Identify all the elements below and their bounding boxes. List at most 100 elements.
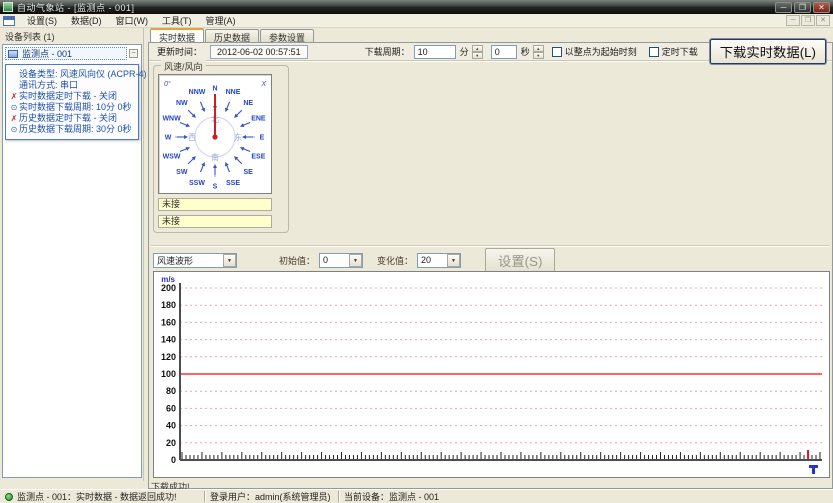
close-button[interactable]: ✕ bbox=[813, 2, 830, 13]
status-result-text: 监测点 - 001：实时数据 - 数据返回成功! bbox=[17, 490, 177, 503]
timed-download-checkbox[interactable]: 定时下载 bbox=[649, 45, 698, 58]
menu-tools[interactable]: 工具(T) bbox=[155, 13, 199, 28]
checkbox-icon[interactable] bbox=[649, 47, 659, 57]
waveform-controls: 风速波形 ▼ 初始值： 0 ▼ 变化值： 20 ▼ 设置(S) bbox=[153, 251, 555, 269]
section-divider bbox=[151, 245, 830, 246]
minutes-input[interactable]: 10 bbox=[414, 45, 456, 59]
minutes-unit-label: 分 bbox=[460, 45, 469, 58]
menu-settings[interactable]: 设置(S) bbox=[20, 13, 64, 28]
chart-scroll-thumb[interactable] bbox=[809, 465, 818, 474]
align-hour-checkbox[interactable]: 以整点为起始时刻 bbox=[552, 45, 637, 58]
change-value-select[interactable]: 20 ▼ bbox=[417, 253, 461, 268]
spin-down-icon[interactable]: ▼ bbox=[533, 52, 544, 59]
svg-text:NW: NW bbox=[176, 100, 188, 107]
mdi-restore-button[interactable]: ❐ bbox=[801, 15, 815, 26]
device-tree: 监测点 - 001 − 设备类型: 风速风向仪 (ACPR-4) 通讯方式: 串… bbox=[2, 44, 142, 478]
svg-text:N: N bbox=[212, 86, 217, 93]
title-bar: 自动气象站 - [监测点 - 001] ─ ❐ ✕ bbox=[0, 0, 833, 14]
spin-up-icon[interactable]: ▲ bbox=[533, 45, 544, 52]
info-device-type: 设备类型: 风速风向仪 (ACPR-4) bbox=[19, 69, 147, 80]
wind-compass: 0° X 北 南 西 东 NNNENEENEEESESESSESSSWSWWSW… bbox=[158, 74, 272, 194]
svg-text:SSE: SSE bbox=[226, 180, 240, 187]
svg-text:W: W bbox=[165, 135, 172, 142]
svg-text:ESE: ESE bbox=[251, 153, 265, 160]
checkbox-icon[interactable] bbox=[552, 47, 562, 57]
compass-west-cn: 西 bbox=[188, 133, 196, 142]
chevron-down-icon[interactable]: ▼ bbox=[223, 254, 236, 267]
menu-window[interactable]: 窗口(W) bbox=[109, 13, 156, 28]
device-sidebar: 设备列表 (1) 监测点 - 001 − 设备类型: 风速风向仪 (ACPR-4… bbox=[0, 28, 144, 481]
minimize-button[interactable]: ─ bbox=[775, 2, 792, 13]
seconds-stepper[interactable]: ▲ ▼ bbox=[533, 45, 544, 59]
info-his-period: 历史数据下载周期: 30分 0秒 bbox=[19, 124, 132, 135]
waveform-select[interactable]: 风速波形 ▼ bbox=[153, 253, 237, 268]
svg-text:SSW: SSW bbox=[189, 180, 205, 187]
change-value: 20 bbox=[421, 255, 431, 265]
error-icon: ✗ bbox=[9, 113, 19, 124]
tab-realtime-data[interactable]: 实时数据 bbox=[150, 28, 204, 42]
waveform-select-value: 风速波形 bbox=[157, 254, 193, 267]
svg-text:160: 160 bbox=[161, 317, 176, 327]
chevron-down-icon[interactable]: ▼ bbox=[447, 254, 460, 267]
download-realtime-button[interactable]: 下载实时数据(L) bbox=[710, 39, 826, 64]
menu-data[interactable]: 数据(D) bbox=[64, 13, 109, 28]
svg-text:120: 120 bbox=[161, 352, 176, 362]
status-segment-result: 监测点 - 001：实时数据 - 数据返回成功! bbox=[0, 490, 204, 503]
info-rt-period: 实时数据下载周期: 10分 0秒 bbox=[19, 102, 132, 113]
error-icon: ✗ bbox=[9, 91, 19, 102]
seconds-input[interactable]: 0 bbox=[491, 45, 517, 59]
spin-down-icon[interactable]: ▼ bbox=[472, 52, 483, 59]
wind-group-label: 风速/风向 bbox=[161, 60, 206, 73]
wind-speed-chart: m/s 020406080100120140160180200 bbox=[153, 271, 830, 478]
svg-text:80: 80 bbox=[166, 386, 176, 396]
minutes-stepper[interactable]: ▲ ▼ bbox=[472, 45, 483, 59]
settings-button[interactable]: 设置(S) bbox=[485, 248, 555, 273]
clock-icon: ⊙ bbox=[9, 102, 19, 113]
seconds-value: 0 bbox=[495, 47, 500, 57]
svg-text:NNW: NNW bbox=[189, 89, 206, 96]
update-time-value: 2012-06-02 00:57:51 bbox=[210, 45, 308, 59]
realtime-toolbar: 更新时间： 2012-06-02 00:57:51 下载周期： 10 分 ▲ ▼… bbox=[149, 43, 832, 61]
svg-text:NNE: NNE bbox=[226, 89, 241, 96]
mdi-minimize-button[interactable]: ─ bbox=[786, 15, 800, 26]
wind-group-box: 风速/风向 0° X 北 南 西 东 NNNENEENEEESESESSESSS… bbox=[153, 65, 289, 233]
minutes-value: 10 bbox=[418, 47, 428, 57]
main-panel: 实时数据 历史数据 参数设置 更新时间： 2012-06-02 00:57:51… bbox=[148, 28, 833, 489]
svg-text:60: 60 bbox=[166, 403, 176, 413]
blank-icon bbox=[9, 69, 19, 80]
maximize-button[interactable]: ❐ bbox=[794, 2, 811, 13]
align-hour-label: 以整点为起始时刻 bbox=[565, 45, 637, 58]
menu-manage[interactable]: 管理(A) bbox=[199, 13, 243, 28]
download-period-label: 下载周期： bbox=[365, 45, 410, 58]
collapse-button[interactable]: − bbox=[129, 49, 138, 58]
tab-history-data[interactable]: 历史数据 bbox=[205, 29, 259, 42]
change-value-label: 变化值： bbox=[377, 254, 413, 267]
svg-text:ENE: ENE bbox=[251, 116, 266, 123]
seconds-unit-label: 秒 bbox=[521, 45, 530, 58]
tab-parameter-settings[interactable]: 参数设置 bbox=[260, 29, 314, 42]
wind-speed-field: 未接 bbox=[158, 198, 272, 211]
svg-text:20: 20 bbox=[166, 438, 176, 448]
compass-rose: 0° X 北 南 西 东 NNNENEENEEESESESSESSSWSWWSW… bbox=[159, 75, 271, 193]
tree-item-station[interactable]: 监测点 - 001 bbox=[5, 47, 127, 60]
info-comm-mode: 通讯方式: 串口 bbox=[19, 80, 78, 91]
svg-text:WNW: WNW bbox=[162, 116, 181, 123]
device-list-header: 设备列表 (1) bbox=[0, 28, 143, 44]
initial-value: 0 bbox=[323, 255, 328, 265]
svg-text:E: E bbox=[260, 135, 265, 142]
chevron-down-icon[interactable]: ▼ bbox=[349, 254, 362, 267]
svg-text:SE: SE bbox=[244, 169, 254, 176]
spin-up-icon[interactable]: ▲ bbox=[472, 45, 483, 52]
compass-south-cn: 南 bbox=[211, 152, 219, 162]
clock-icon: ⊙ bbox=[9, 124, 19, 135]
info-his-timed: 历史数据定时下载 - 关闭 bbox=[19, 113, 117, 124]
status-ok-icon bbox=[5, 493, 13, 501]
status-segment-device: 当前设备：监测点 - 001 bbox=[339, 490, 833, 503]
menu-bar: 设置(S) 数据(D) 窗口(W) 工具(T) 管理(A) ─ ❐ ✕ bbox=[0, 14, 833, 28]
window-title: 自动气象站 - [监测点 - 001] bbox=[17, 1, 775, 14]
svg-text:0: 0 bbox=[171, 455, 176, 465]
realtime-pane: 更新时间： 2012-06-02 00:57:51 下载周期： 10 分 ▲ ▼… bbox=[148, 42, 833, 489]
initial-value-select[interactable]: 0 ▼ bbox=[319, 253, 363, 268]
tree-item-label: 监测点 - 001 bbox=[22, 47, 72, 60]
mdi-close-button[interactable]: ✕ bbox=[816, 15, 830, 26]
